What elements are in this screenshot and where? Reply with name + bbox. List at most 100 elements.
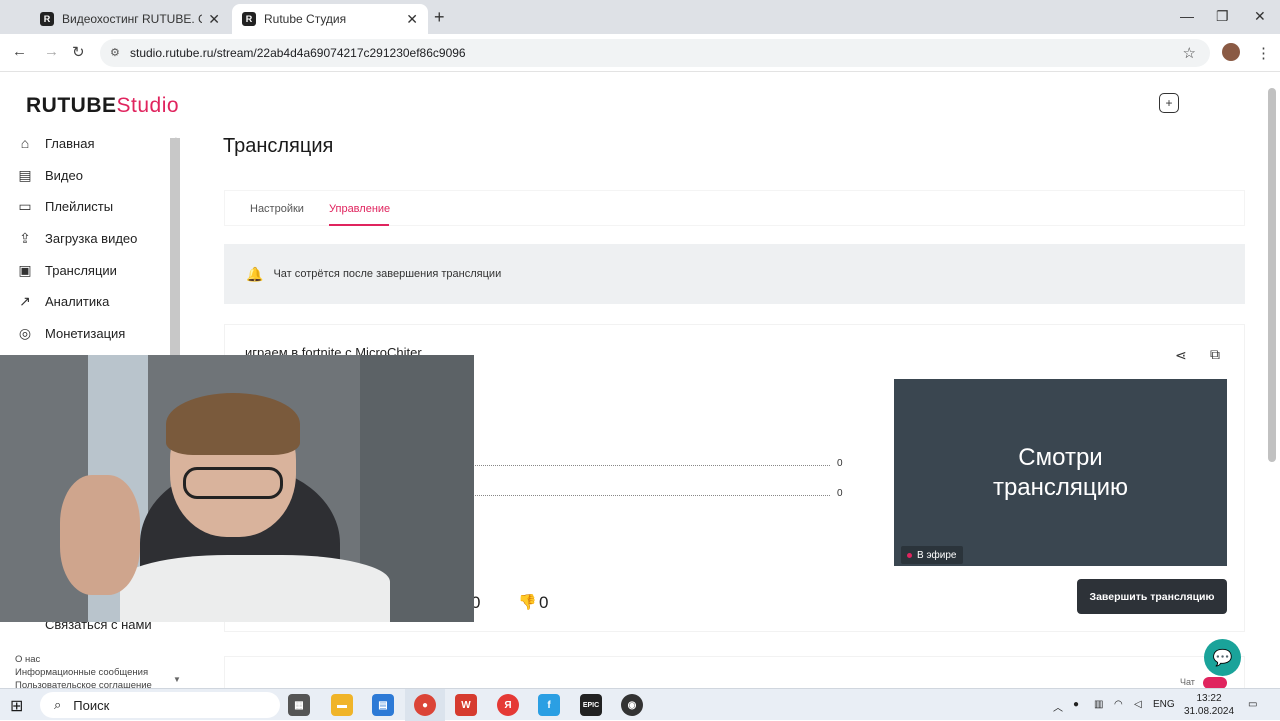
file-explorer-icon[interactable]: ▬ [331, 694, 353, 716]
tray-app-icon[interactable]: ● [1073, 699, 1079, 710]
dislike-icon: 👎 [518, 594, 537, 611]
url-text: studio.rutube.ru/stream/22ab4d4a69074217… [130, 46, 466, 60]
webcam-hair [166, 393, 300, 455]
wifi-icon[interactable]: ◠ [1114, 699, 1123, 710]
forward-icon[interactable]: → [44, 43, 59, 60]
sidebar-item-label: Загрузка видео [45, 230, 138, 246]
epic-games-icon[interactable]: EPIC [580, 694, 602, 716]
address-bar-row: ← → ↻ ⚙ studio.rutube.ru/stream/22ab4d4a… [0, 34, 1280, 72]
webcam-overlay [0, 355, 474, 622]
store-icon[interactable]: ▤ [372, 694, 394, 716]
footer-link-about[interactable]: О нас [15, 654, 40, 665]
views-chart-value: 0 [837, 488, 843, 499]
rutube-favicon-icon: R [242, 12, 256, 26]
task-view-icon[interactable]: ▦ [288, 694, 310, 716]
close-tab-icon[interactable]: ✕ [208, 11, 220, 28]
logo-accent-text: Studio [116, 94, 180, 117]
sidebar-item-label: Главная [45, 135, 95, 151]
clock-date: 31.08.2024 [1184, 706, 1235, 717]
footer-link-info[interactable]: Информационные сообщения [15, 667, 148, 678]
analytics-icon: ↗ [19, 292, 31, 309]
views-chart-line [475, 495, 830, 496]
chat-bubble-icon: 💬 [1212, 649, 1233, 667]
browser-tab-rutube-hosting[interactable]: R Видеохостинг RUTUBE. Смотрите ✕ [30, 4, 230, 34]
profile-avatar[interactable] [1222, 43, 1240, 61]
rutube-studio-logo[interactable]: RUTUBEStudio [26, 94, 179, 118]
sidebar-item-upload[interactable]: ⇪ Загрузка видео [16, 229, 137, 247]
sidebar-item-video[interactable]: ▤ Видео [16, 166, 83, 184]
stream-preview[interactable]: Смотри трансляцию [894, 379, 1227, 566]
tab-title: Видеохостинг RUTUBE. Смотрите [62, 12, 202, 26]
sidebar-item-playlists[interactable]: ▭ Плейлисты [16, 197, 113, 215]
external-link-icon[interactable]: ⧉ [1210, 346, 1220, 363]
viewers-chart-line [475, 465, 830, 466]
sidebar-item-label: Монетизация [45, 325, 126, 341]
sidebar-scroll-down-icon[interactable]: ▼ [173, 675, 181, 684]
search-icon: ⌕ [54, 697, 62, 712]
bookmark-star-icon[interactable]: ☆ [1183, 44, 1196, 62]
tray-network-icon[interactable]: ▥ [1094, 699, 1103, 710]
tab-management[interactable]: Управление [329, 203, 390, 215]
chat-toggle[interactable] [1203, 677, 1227, 688]
sidebar-item-home[interactable]: ⌂ Главная [16, 134, 95, 152]
chrome-icon[interactable]: ● [414, 694, 436, 716]
sidebar-item-analytics[interactable]: ↗ Аналитика [16, 292, 109, 310]
maximize-icon[interactable]: ❐ [1216, 8, 1229, 25]
close-window-icon[interactable]: ✕ [1254, 8, 1266, 25]
dislikes-count: 0 [539, 593, 549, 612]
sidebar-item-label: Видео [45, 167, 83, 183]
webcam-hand [60, 475, 140, 595]
sidebar-item-broadcasts[interactable]: ▣ Трансляции [16, 261, 117, 279]
taskbar-clock[interactable]: 13:22 31.08.2024 [1184, 692, 1234, 718]
tray-expand-icon[interactable]: ︿ [1053, 699, 1063, 714]
create-icon[interactable]: + [1159, 93, 1179, 113]
active-tab-underline [329, 224, 389, 226]
taskbar-search[interactable]: ⌕ Поиск [40, 692, 280, 718]
bell-icon: 🔔 [246, 265, 264, 282]
notice-text: Чат сотрётся после завершения трансляции [273, 268, 502, 280]
url-field[interactable]: ⚙ studio.rutube.ru/stream/22ab4d4a690742… [100, 39, 1210, 67]
logo-main-text: RUTUBE [26, 94, 117, 117]
playlist-icon: ▭ [18, 197, 32, 214]
viewers-chart-value: 0 [837, 458, 843, 469]
browser-tab-rutube-studio[interactable]: R Rutube Студия ✕ [232, 4, 428, 34]
end-stream-button[interactable]: Завершить трансляцию [1077, 579, 1227, 614]
clock-time: 13:22 [1196, 693, 1222, 704]
yandex-browser-icon[interactable]: Я [497, 694, 519, 716]
volume-icon[interactable]: ◁ [1134, 699, 1142, 710]
live-badge: В эфире [901, 546, 963, 564]
fortnite-app-icon[interactable]: f [538, 694, 560, 716]
back-icon[interactable]: ← [12, 43, 27, 60]
sidebar-item-monetization[interactable]: ◎ Монетизация [16, 324, 125, 342]
close-tab-icon[interactable]: ✕ [406, 11, 418, 28]
windows-start-icon[interactable]: ⊞ [10, 696, 23, 716]
broadcast-icon: ▣ [18, 261, 32, 278]
footer-link-agreement[interactable]: Пользовательское соглашение [15, 680, 152, 688]
monetization-icon: ◎ [18, 324, 32, 341]
tab-settings[interactable]: Настройки [250, 203, 304, 215]
language-indicator[interactable]: ENG [1153, 699, 1175, 710]
preview-text-line2: трансляцию [992, 473, 1129, 501]
webcam-glasses [183, 467, 283, 499]
browser-tab-bar: R Видеохостинг RUTUBE. Смотрите ✕ R Rutu… [0, 0, 1280, 34]
page-scrollbar[interactable] [1268, 88, 1276, 462]
new-tab-icon[interactable]: + [434, 7, 445, 28]
chat-notice: 🔔 Чат сотрётся после завершения трансляц… [224, 244, 1245, 304]
support-chat-button[interactable]: 💬 [1204, 639, 1241, 676]
chat-card [224, 656, 1245, 688]
reload-icon[interactable]: ↻ [72, 43, 85, 61]
home-icon: ⌂ [20, 135, 30, 151]
windows-taskbar: ⊞ ⌕ Поиск ▦ ▬ ▤ ● W Я f EPIC ◉ ︿ ● ▥ ◠ ◁… [0, 688, 1280, 721]
site-info-icon[interactable]: ⚙ [110, 46, 120, 59]
browser-menu-icon[interactable]: ⋮ [1256, 44, 1271, 62]
wps-office-icon[interactable]: W [455, 694, 477, 716]
tab-title: Rutube Студия [264, 12, 347, 26]
notifications-icon[interactable]: ▭ [1248, 699, 1257, 710]
sidebar-item-label: Трансляции [45, 262, 117, 278]
preview-text-line1: Смотри [1018, 443, 1103, 471]
minimize-icon[interactable]: — [1180, 8, 1194, 24]
upload-icon: ⇪ [19, 229, 31, 246]
obs-icon[interactable]: ◉ [621, 694, 643, 716]
share-icon[interactable]: ⋖ [1175, 347, 1187, 364]
sidebar-item-label: Аналитика [45, 293, 110, 309]
